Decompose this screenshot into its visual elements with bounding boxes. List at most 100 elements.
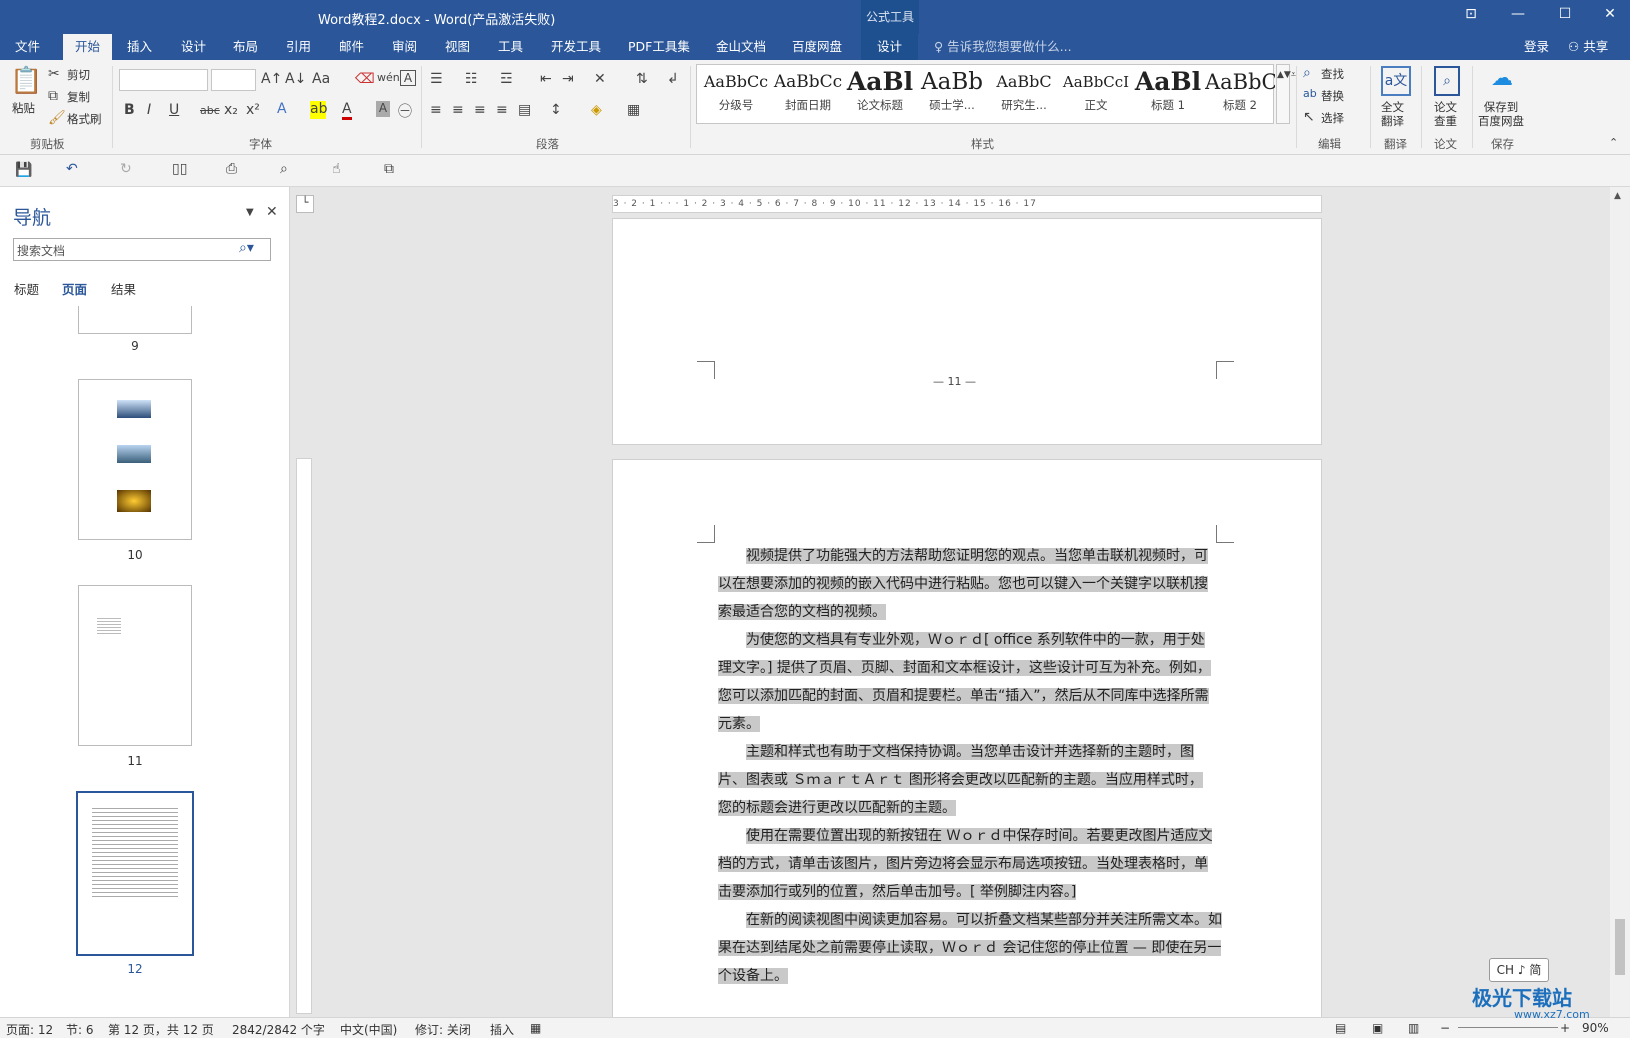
phonetic-guide-icon[interactable]: wén [377, 71, 400, 84]
borders-icon[interactable]: ▦ [627, 102, 640, 118]
tab-developer[interactable]: 开发工具 [551, 34, 601, 60]
ime-indicator[interactable]: CH ♪ 简 [1489, 958, 1549, 982]
tab-review[interactable]: 审阅 [392, 34, 417, 60]
page-thumbnail[interactable] [78, 585, 192, 746]
status-insert-mode[interactable]: 插入 [490, 1021, 514, 1038]
save-icon[interactable]: 💾 [15, 162, 32, 178]
highlight-icon[interactable]: ab [310, 101, 327, 119]
web-layout-icon[interactable]: ▥ [1408, 1021, 1419, 1035]
share-button[interactable]: ⚇ 共享 [1568, 34, 1608, 60]
tab-layout[interactable]: 布局 [233, 34, 258, 60]
change-case-icon[interactable]: Aa [312, 71, 330, 87]
reading-mode-icon[interactable]: ▯▯ [172, 161, 187, 177]
increase-indent-icon[interactable]: ⇥ [562, 71, 574, 87]
print-preview-icon[interactable]: ⌕ [280, 161, 288, 177]
find-button[interactable]: 查找 [1321, 66, 1344, 82]
shading-icon[interactable]: ◈ [591, 102, 602, 118]
format-painter-icon[interactable]: 🖌 [48, 110, 66, 126]
tab-equation-design[interactable]: 设计 [861, 34, 919, 60]
show-marks-icon[interactable]: ↲ [667, 71, 679, 87]
paper-check-button[interactable]: 论文 查重 [1434, 100, 1457, 128]
cursor-icon[interactable]: ↖ [1303, 109, 1315, 125]
decrease-indent-icon[interactable]: ⇤ [540, 71, 552, 87]
style-item[interactable]: AaBbCc 分级号 [701, 67, 771, 123]
body-paragraph[interactable]: 使用在需要位置出现的新按钮在 Ｗｏｒｄ中保存时间。若要更改图片适应文档的方式，请… [718, 822, 1214, 906]
minimize-button[interactable]: — [1506, 6, 1530, 28]
tab-view[interactable]: 视图 [445, 34, 470, 60]
chinese-layout-icon[interactable]: ✕ [594, 71, 606, 87]
style-item[interactable]: AaBbCcI 正文 [1061, 67, 1131, 123]
collapse-ribbon-icon[interactable]: ⌃ [1609, 136, 1618, 149]
tab-home[interactable]: 开始 [63, 34, 113, 60]
status-page[interactable]: 页面: 12 [6, 1021, 53, 1038]
font-size-combo[interactable] [211, 69, 256, 91]
status-word-count[interactable]: 2842/2842 个字 [232, 1021, 325, 1038]
replace-icon[interactable]: ab [1303, 87, 1317, 100]
ribbon-display-icon[interactable]: ⊡ [1459, 6, 1483, 28]
clear-format-icon[interactable]: ⌫ [355, 71, 375, 87]
full-translate-button[interactable]: 全文 翻译 [1381, 100, 1404, 128]
format-painter-button[interactable]: 格式刷 [67, 111, 102, 127]
body-paragraph[interactable]: 主题和样式也有助于文档保持协调。当您单击设计并选择新的主题时，图片、图表或 Ｓｍ… [718, 738, 1214, 822]
style-item[interactable]: AaBbC 研究生... [989, 67, 1059, 123]
paste-button[interactable]: 粘贴 [12, 100, 35, 116]
sort-icon[interactable]: ⇅ [636, 71, 648, 87]
font-name-combo[interactable] [119, 69, 208, 91]
style-item[interactable]: AaBl 标题 1 [1133, 67, 1203, 123]
vertical-scrollbar[interactable]: ▲ [1610, 187, 1630, 1017]
print-layout-icon[interactable]: ▣ [1372, 1021, 1383, 1035]
line-spacing-icon[interactable]: ↕ [550, 102, 562, 118]
copy-button[interactable]: 复制 [67, 89, 90, 105]
print-icon[interactable]: ⎙ [226, 161, 237, 177]
tab-tools[interactable]: 工具 [498, 34, 523, 60]
subscript-icon[interactable]: x₂ [224, 102, 238, 118]
tab-references[interactable]: 引用 [286, 34, 311, 60]
maximize-button[interactable]: ☐ [1553, 6, 1577, 28]
style-item[interactable]: AaBbC 标题 2 [1205, 67, 1275, 123]
select-button[interactable]: 选择 [1321, 110, 1344, 126]
underline-icon[interactable]: U [169, 102, 179, 118]
search-icon[interactable]: ⌕▾ [239, 240, 254, 256]
tab-baidu-netdisk[interactable]: 百度网盘 [792, 34, 842, 60]
nav-tab-results[interactable]: 结果 [111, 279, 136, 298]
page-thumbnail-current[interactable] [76, 791, 194, 956]
align-center-icon[interactable]: ≡ [452, 102, 464, 118]
read-mode-icon[interactable]: ▤ [1335, 1021, 1346, 1035]
search-icon[interactable]: ⌕ [1303, 65, 1311, 81]
nav-tab-pages[interactable]: 页面 [62, 279, 87, 298]
zoom-in-icon[interactable]: + [1560, 1021, 1570, 1035]
copy-icon[interactable]: ⧉ [48, 88, 58, 104]
distributed-icon[interactable]: ▤ [518, 102, 531, 118]
text-effects-icon[interactable]: A [277, 101, 287, 117]
scrollbar-thumb[interactable] [1615, 919, 1625, 975]
save-to-baidu-button[interactable]: 保存到 百度网盘 [1478, 100, 1524, 128]
undo-icon[interactable]: ↶ [66, 161, 78, 177]
macro-icon[interactable]: ▦ [530, 1021, 541, 1035]
tab-insert[interactable]: 插入 [127, 34, 152, 60]
translate-icon[interactable]: a文 [1381, 66, 1411, 96]
zoom-slider[interactable] [1458, 1027, 1558, 1028]
tab-kdocs[interactable]: 金山文档 [716, 34, 766, 60]
align-right-icon[interactable]: ≡ [474, 102, 486, 118]
zoom-level[interactable]: 90% [1582, 1021, 1609, 1035]
tab-mailings[interactable]: 邮件 [339, 34, 364, 60]
replace-button[interactable]: 替换 [1321, 88, 1344, 104]
multilevel-list-icon[interactable]: ☲ [500, 71, 513, 87]
horizontal-ruler[interactable]: 3 · 2 · 1 · · · 1 · 2 · 3 · 4 · 5 · 6 · … [612, 195, 1322, 213]
gallery-scroll-icon[interactable]: ▲▼⩡ [1276, 64, 1296, 124]
nav-search-input[interactable]: 搜索文档 ⌕▾ [13, 238, 271, 261]
body-paragraph[interactable]: 为使您的文档具有专业外观，Ｗｏｒｄ[ office 系列软件中的一款，用于处理文… [718, 626, 1214, 738]
enclose-char-icon[interactable]: ㊀ [398, 101, 412, 121]
numbering-icon[interactable]: ☷ [465, 71, 478, 87]
align-left-icon[interactable]: ≡ [430, 102, 442, 118]
nav-close-icon[interactable]: ✕ [266, 204, 278, 220]
status-track-changes[interactable]: 修订: 关闭 [415, 1021, 471, 1038]
touch-mode-icon[interactable]: ☝ [332, 161, 341, 177]
close-button[interactable]: ✕ [1598, 6, 1622, 28]
justify-icon[interactable]: ≡ [496, 102, 508, 118]
scissors-icon[interactable]: ✂ [48, 66, 60, 82]
status-section[interactable]: 节: 6 [66, 1021, 94, 1038]
tab-file[interactable]: 文件 [15, 34, 40, 60]
nav-options-icon[interactable]: ▼ [246, 207, 254, 218]
status-language[interactable]: 中文(中国) [340, 1021, 397, 1038]
